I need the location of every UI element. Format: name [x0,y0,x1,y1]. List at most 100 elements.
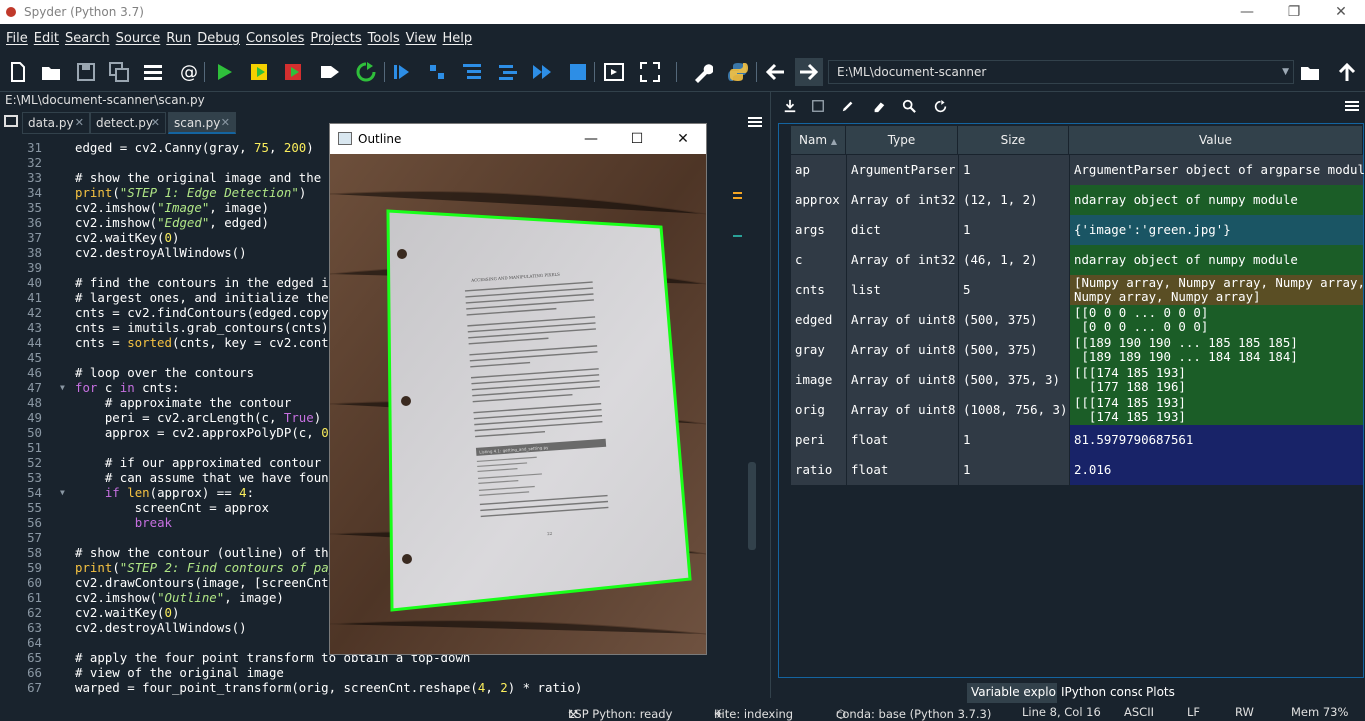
back-arrow-icon[interactable] [763,60,787,84]
variable-row[interactable]: args dict 1 {'image':'green.jpg'} [791,215,1363,245]
parent-dir-arrow-icon[interactable] [1335,60,1359,84]
eraser-icon[interactable] [869,96,889,116]
editor-scrollbar[interactable] [748,140,756,688]
outline-window-titlebar[interactable]: Outline — ☐ ✕ [330,124,706,154]
tab-scan-py[interactable]: scan.py ✕ [168,112,236,134]
column-header-name[interactable]: Nam ▲ [791,126,846,154]
menu-debug[interactable]: Debug [197,31,240,46]
menu-file[interactable]: File [6,31,28,46]
menu-view[interactable]: View [406,31,437,46]
maximize-icon[interactable]: ☐ [614,124,660,154]
minimize-icon[interactable]: — [568,124,614,154]
run-cell-advance-icon[interactable] [282,60,306,84]
variable-row[interactable]: c Array of int32 (46, 1, 2) ndarray object … [791,245,1363,275]
column-header-value[interactable]: Value [1069,126,1363,154]
refresh-icon[interactable] [930,96,950,116]
menu-projects[interactable]: Projects [310,31,361,46]
tab-label: detect.py [96,116,153,130]
save-all-icon[interactable] [107,60,131,84]
menu-edit[interactable]: Edit [34,31,59,46]
options-menu-icon[interactable] [1342,96,1362,116]
tab-plots[interactable]: Plots [1142,683,1176,703]
menu-consoles[interactable]: Consoles [246,31,304,46]
save-icon[interactable] [74,60,98,84]
outline-window[interactable]: Outline — ☐ ✕ ACCESSING AND MANIPULATING… [329,123,707,655]
working-directory-combo[interactable]: E:\ML\document-scanner ▼ [828,60,1294,84]
save-as-icon[interactable] [838,96,858,116]
tab-ipython-console[interactable]: IPython console [1057,683,1156,703]
restore-icon[interactable]: ❐ [1271,0,1317,24]
variable-row[interactable]: ratio float 1 2.016 [791,455,1363,485]
chevron-down-icon[interactable]: ▼ [1282,61,1289,83]
minimize-icon[interactable]: — [1224,0,1270,24]
stop-icon[interactable] [566,60,590,84]
variable-size-cell: (500, 375) [959,305,1069,335]
step-return-icon[interactable] [496,60,520,84]
variable-row[interactable]: orig Array of uint8 (1008, 756, 3) [[[174 1… [791,395,1363,425]
wrench-icon[interactable] [690,60,714,84]
file-permissions: RW [1235,705,1254,719]
variable-row[interactable]: peri float 1 81.5979790687561 [791,425,1363,455]
step-icon[interactable] [425,60,449,84]
variable-size-cell: (1008, 756, 3) [959,395,1069,425]
menu-run[interactable]: Run [166,31,191,46]
forward-arrow-icon[interactable] [795,58,823,86]
variable-size-cell: (500, 375) [959,335,1069,365]
import-data-icon[interactable] [780,96,800,116]
debug-icon[interactable] [390,60,414,84]
rerun-icon[interactable] [354,60,378,84]
maximize-pane-icon[interactable] [602,60,626,84]
tab-data-py[interactable]: data.py ✕ [22,112,90,134]
variable-size-cell: 1 [959,455,1069,485]
close-tab-icon[interactable]: ✕ [221,113,230,133]
run-cell-icon[interactable] [248,60,272,84]
browse-folder-icon[interactable] [1298,60,1322,84]
variable-row[interactable]: gray Array of uint8 (500, 375) [[189 190 19… [791,335,1363,365]
variable-row[interactable]: image Array of uint8 (500, 375, 3) [[[174 1… [791,365,1363,395]
step-into-icon[interactable] [460,60,484,84]
file-encoding: ASCII [1124,705,1154,719]
python-path-icon[interactable] [726,60,750,84]
variable-row[interactable]: cnts list 5 [Numpy array, Numpy array, Nump… [791,275,1365,305]
variable-row[interactable]: ap ArgumentParser 1 ArgumentParser object o… [791,155,1365,185]
tab-variable-explorer[interactable]: Variable explorer [967,683,1073,703]
variable-name-cell: gray [791,335,846,365]
menu-tools[interactable]: Tools [368,31,400,46]
column-header-type[interactable]: Type [846,126,958,154]
variable-name-cell: edged [791,305,846,335]
menu-source[interactable]: Source [116,31,161,46]
warning-marker [733,192,742,194]
outline-window-title: Outline [358,132,402,146]
at-sign-icon[interactable]: @ [177,60,201,84]
save-data-icon[interactable] [808,96,828,116]
pane-splitter[interactable] [770,92,776,698]
variable-type-cell: Array of uint8 [847,365,958,395]
tab-detect-py[interactable]: detect.py ✕ [90,112,166,134]
variable-type-cell: ArgumentParser [847,155,958,185]
menu-help[interactable]: Help [443,31,473,46]
column-header-size[interactable]: Size [958,126,1069,154]
run-selection-icon[interactable] [318,60,342,84]
outline-image: ACCESSING AND MANIPULATING PIXELS Listin… [330,154,706,654]
browse-tabs-icon[interactable] [4,115,18,127]
close-icon[interactable]: ✕ [1318,0,1364,24]
variable-value-cell: ndarray object of numpy module [1070,185,1363,215]
close-icon[interactable]: ✕ [660,124,706,154]
list-icon[interactable] [141,60,165,84]
memory-usage: Mem 73% [1291,705,1349,719]
editor-scrollbar-thumb[interactable] [748,462,756,550]
variable-row[interactable]: edged Array of uint8 (500, 375) [[0 0 0 ...… [791,305,1363,335]
options-menu-icon[interactable] [748,114,762,128]
variable-table-header: Nam ▲ Type Size Value [791,126,1363,154]
continue-icon[interactable] [530,60,554,84]
close-tab-icon[interactable]: ✕ [75,113,84,133]
variable-row[interactable]: approx Array of int32 (12, 1, 2) ndarray ob… [791,185,1363,215]
new-file-icon[interactable] [6,60,30,84]
close-tab-icon[interactable]: ✕ [151,113,160,133]
run-icon[interactable] [212,60,236,84]
tab-label: scan.py [174,116,221,130]
menu-search[interactable]: Search [65,31,110,46]
fullscreen-icon[interactable] [638,60,662,84]
search-icon[interactable] [899,96,919,116]
open-file-icon[interactable] [39,60,63,84]
